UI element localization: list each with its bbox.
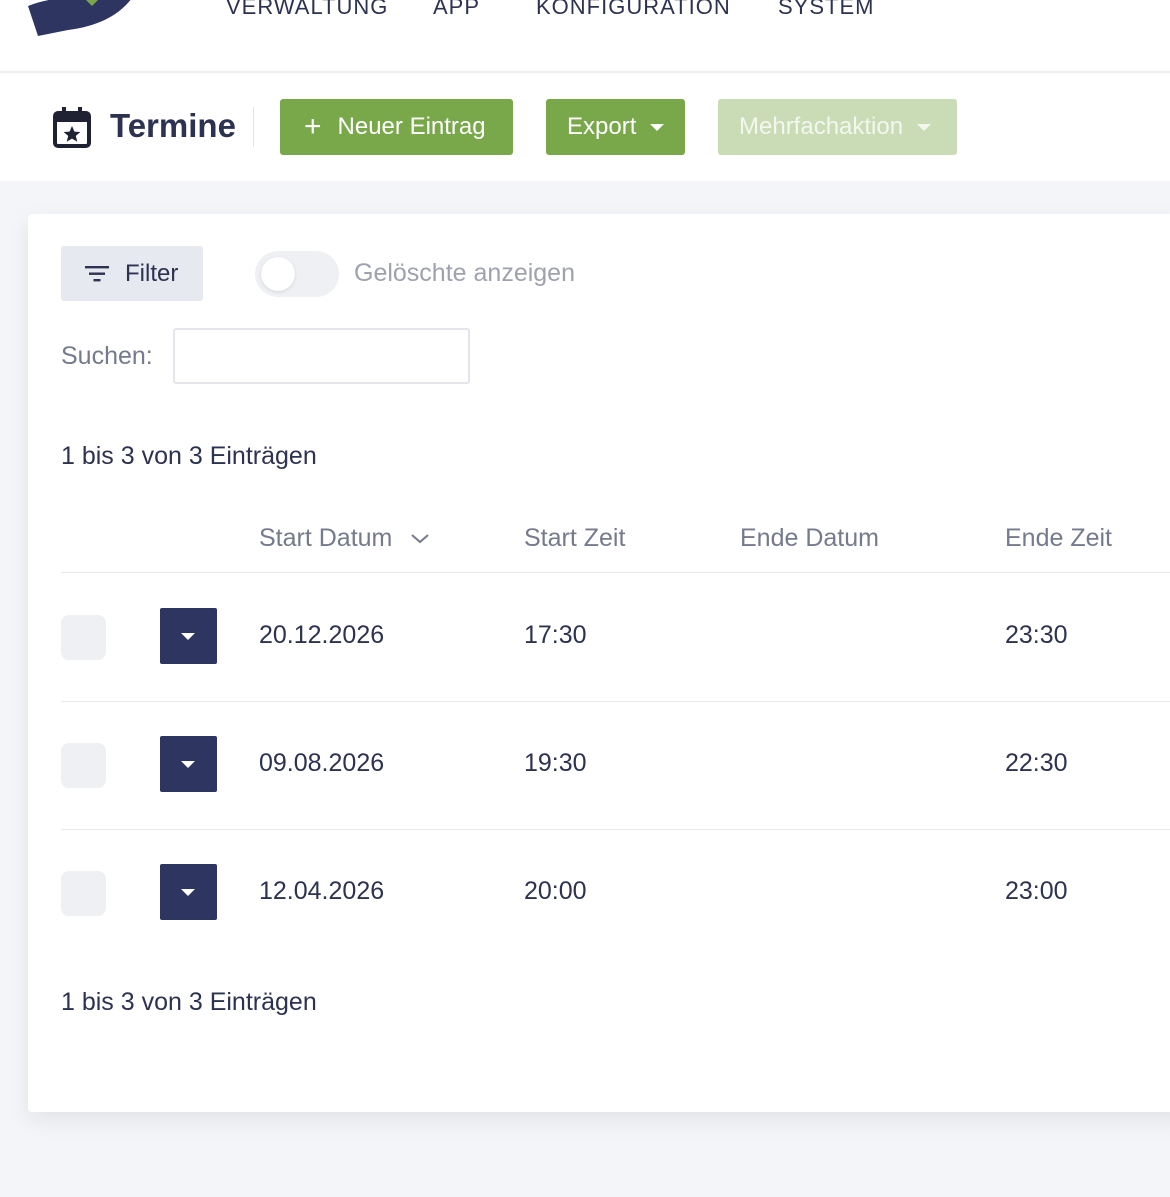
brand-logo[interactable]	[28, 0, 138, 40]
cell-start-time: 17:30	[524, 621, 587, 649]
cell-start-date: 12.04.2026	[259, 877, 385, 905]
caret-down-icon	[917, 123, 932, 131]
row-action-button[interactable]	[160, 864, 217, 920]
cell-end-time: 23:30	[1005, 621, 1068, 649]
table-row: 09.08.2026 19:30 22:30	[28, 701, 1170, 829]
bulk-action-label: Mehrfachaktion	[739, 113, 904, 140]
filter-lines-icon	[85, 265, 109, 281]
show-deleted-label: Gelöschte anzeigen	[354, 259, 575, 287]
nav-item-konfiguration[interactable]: KONFIGURATION	[536, 0, 731, 20]
column-header-start-date[interactable]: Start Datum	[259, 524, 429, 553]
plus-icon: +	[304, 110, 322, 143]
table-info-top: 1 bis 3 von 3 Einträgen	[61, 442, 317, 470]
new-entry-button[interactable]: + Neuer Eintrag	[280, 99, 513, 155]
caret-down-icon	[181, 633, 195, 640]
filter-button[interactable]: Filter	[61, 246, 203, 301]
nav-item-verwaltung[interactable]: VERWALTUNG	[226, 0, 388, 20]
cell-end-time: 22:30	[1005, 749, 1068, 777]
chevron-down-icon	[411, 534, 429, 544]
table-row: 20.12.2026 17:30 23:30	[28, 573, 1170, 701]
cell-end-time: 23:00	[1005, 877, 1068, 905]
appointments-card: Filter Gelöschte anzeigen Suchen: 1 bis …	[28, 214, 1170, 1112]
column-header-end-time[interactable]: Ende Zeit	[1005, 524, 1112, 553]
table-info-bottom: 1 bis 3 von 3 Einträgen	[61, 988, 317, 1016]
cell-start-date: 20.12.2026	[259, 621, 385, 649]
row-action-button[interactable]	[160, 736, 217, 792]
new-entry-label: Neuer Eintrag	[337, 113, 486, 140]
cell-start-date: 09.08.2026	[259, 749, 385, 777]
row-checkbox[interactable]	[61, 743, 106, 788]
row-checkbox[interactable]	[61, 871, 106, 916]
page-toolbar: Termine + Neuer Eintrag Export Mehrfacha…	[0, 73, 1170, 181]
search-label: Suchen:	[61, 342, 153, 370]
export-dropdown-button[interactable]: Export	[546, 99, 685, 155]
table-row: 12.04.2026 20:00 23:00	[28, 829, 1170, 957]
row-action-button[interactable]	[160, 608, 217, 664]
column-header-end-date[interactable]: Ende Datum	[740, 524, 879, 553]
title-divider	[253, 107, 254, 147]
toggle-knob	[261, 257, 295, 291]
export-label: Export	[567, 113, 637, 140]
cell-start-time: 20:00	[524, 877, 587, 905]
caret-down-icon	[650, 123, 665, 131]
caret-down-icon	[181, 761, 195, 768]
column-header-label: Start Datum	[259, 524, 393, 552]
nav-item-system[interactable]: SYSTEM	[778, 0, 874, 20]
row-checkbox[interactable]	[61, 615, 106, 660]
column-header-start-time[interactable]: Start Zeit	[524, 524, 625, 553]
calendar-star-icon	[53, 107, 91, 148]
bulk-action-dropdown-button[interactable]: Mehrfachaktion	[718, 99, 957, 155]
cell-start-time: 19:30	[524, 749, 587, 777]
page-title: Termine	[110, 107, 236, 144]
search-input[interactable]	[173, 328, 470, 384]
top-navigation: VERWALTUNG APP KONFIGURATION SYSTEM	[0, 0, 1170, 73]
filter-label: Filter	[125, 259, 179, 287]
caret-down-icon	[181, 889, 195, 896]
show-deleted-toggle[interactable]	[255, 251, 339, 297]
nav-item-app[interactable]: APP	[433, 0, 480, 20]
